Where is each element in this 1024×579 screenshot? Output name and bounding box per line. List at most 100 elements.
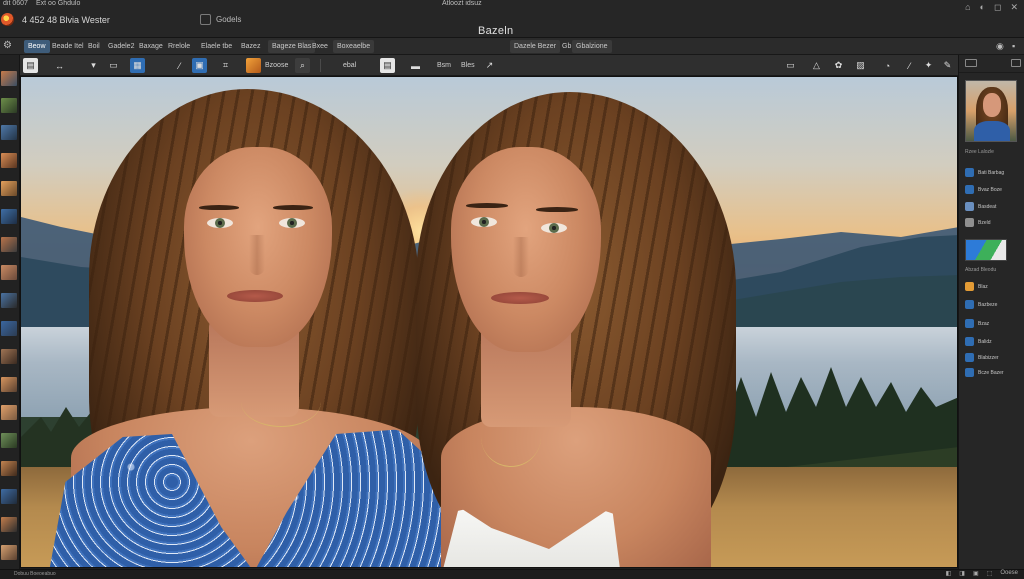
monitor-icon[interactable]: ▭ (783, 58, 798, 73)
view-frame-icon[interactable]: ⬚ (987, 570, 993, 577)
brow (273, 205, 313, 210)
option-bzoose[interactable]: Bzoose (265, 59, 288, 72)
preview-caption: Rzee Lalozle (965, 149, 994, 155)
select-icon[interactable]: ▭ (106, 58, 121, 73)
title-edit-label[interactable]: Godels (216, 15, 241, 24)
panel-toggle-icon[interactable]: ◉ (996, 41, 1004, 52)
thumbnail[interactable] (1, 321, 17, 336)
thumbnail[interactable] (1, 181, 17, 196)
thumbnail[interactable] (1, 293, 17, 308)
move-icon[interactable]: ↔ (52, 58, 67, 73)
tool-item[interactable]: Balidz (965, 336, 992, 347)
tool-item[interactable]: Bzaz (965, 318, 989, 329)
layer-item[interactable]: Bati Barbag (965, 167, 1004, 178)
tool-icon (965, 353, 974, 362)
tool-item[interactable]: Bcze Bazer (965, 367, 1004, 378)
frame-icon[interactable]: ▣ (192, 58, 207, 73)
thumbnail[interactable] (1, 71, 17, 86)
sparkle-icon[interactable]: ✦ (921, 58, 936, 73)
nose (513, 237, 529, 277)
gauge-icon[interactable]: ◔ (880, 58, 895, 73)
thumbnail[interactable] (1, 209, 17, 224)
layer-item[interactable]: Bzeld (965, 217, 991, 228)
brush-icon[interactable]: ⁄ (172, 58, 187, 73)
layer-item[interactable]: Basdeat (965, 201, 996, 212)
menu-item-3[interactable]: Gadele2 (104, 40, 138, 53)
section-caption: Abzad Bleodu (965, 267, 997, 273)
menu-item-4[interactable]: Baxage (135, 40, 167, 53)
lips (491, 292, 549, 304)
thumbnail[interactable] (1, 461, 17, 476)
maximize-icon[interactable]: ◻ (994, 2, 1001, 13)
thumbnail[interactable] (1, 377, 17, 392)
menu-item-10[interactable]: Boxeaelbe (333, 40, 375, 53)
tool-icon (965, 300, 974, 309)
pin-icon[interactable]: ▾ (86, 58, 101, 73)
thumbnail[interactable] (1, 265, 17, 280)
search-icon[interactable]: ⌕ (295, 58, 310, 73)
view-compare-icon[interactable]: ◨ (959, 570, 965, 577)
panel-tab-icon[interactable] (965, 59, 977, 67)
document-icon[interactable]: ▤ (380, 58, 395, 73)
thumbnail[interactable] (1, 349, 17, 364)
home-icon[interactable]: ⌂ (965, 2, 970, 13)
image-icon[interactable]: ▦ (130, 58, 145, 73)
thumbnail[interactable] (1, 517, 17, 532)
tool-item[interactable]: Blaz (965, 281, 988, 292)
thumbnail[interactable] (1, 489, 17, 504)
menu-item-5[interactable]: Rrelole (164, 40, 194, 53)
triangle-icon[interactable]: △ (809, 58, 824, 73)
necklace (241, 377, 321, 427)
panel-header (959, 55, 1024, 73)
title-menu-file[interactable]: dit 0607 (3, 0, 28, 7)
navigator-preview[interactable] (965, 80, 1017, 142)
filmstrip-panel (0, 55, 20, 569)
thumbnail[interactable] (1, 237, 17, 252)
view-grid-icon[interactable]: ▣ (973, 570, 979, 577)
layer-icon (965, 202, 974, 211)
color-swatch-icon[interactable] (246, 58, 261, 73)
edit-icon[interactable]: ✎ (940, 58, 955, 73)
menu-item-1[interactable]: Beade Itel (48, 40, 88, 53)
menu-item-9[interactable]: Bxee (308, 40, 332, 53)
panel-close-icon[interactable]: ▪ (1012, 41, 1015, 51)
crop-icon[interactable]: ⌗ (218, 58, 233, 73)
status-label[interactable]: Ooese (1000, 570, 1018, 577)
thumbnail[interactable] (1, 405, 17, 420)
panel-menu-icon[interactable] (1011, 59, 1021, 67)
option-ebal[interactable]: ebal (343, 59, 356, 72)
palette-icon[interactable]: ✿ (831, 58, 846, 73)
workspace-item-0[interactable]: Dazele Bezer (510, 40, 561, 53)
rectangle-icon[interactable]: ▬ (408, 58, 423, 73)
menu-item-7[interactable]: Bazez (237, 40, 264, 53)
thumbnail[interactable] (1, 98, 17, 113)
menu-item-6[interactable]: Elaele tbe (197, 40, 236, 53)
window-chip-icon[interactable] (200, 14, 211, 25)
thumbnail[interactable] (1, 433, 17, 448)
option-bles[interactable]: Bles (461, 59, 475, 72)
app-logo-icon[interactable] (1, 13, 14, 26)
layers-icon[interactable]: ▤ (23, 58, 38, 73)
thumbnail[interactable] (1, 153, 17, 168)
status-text: Dobuu Boeoeabuo (14, 571, 56, 577)
layer-item[interactable]: Bvaz Boze (965, 184, 1002, 195)
view-split-icon[interactable]: ◧ (946, 570, 952, 577)
layer-icon (965, 185, 974, 194)
pen-icon[interactable]: ↗ (482, 58, 497, 73)
image-adjust-icon[interactable]: ▨ (853, 58, 868, 73)
tool-item[interactable]: Bazbeze (965, 299, 997, 310)
color-swatch[interactable] (965, 239, 1007, 261)
close-icon[interactable]: ✕ (1010, 2, 1018, 13)
thumbnail[interactable] (1, 545, 17, 560)
menu-item-0[interactable]: Beow (24, 40, 50, 53)
title-menu-edit[interactable]: Ext oo Ghdulo (36, 0, 80, 7)
option-bsm[interactable]: Bsm (437, 59, 451, 72)
image-canvas[interactable] (20, 76, 958, 568)
workspace-item-2[interactable]: Gbalzione (572, 40, 612, 53)
tool-item[interactable]: Blabizzer (965, 352, 999, 363)
menu-item-2[interactable]: Boil (84, 40, 104, 53)
theme-icon[interactable]: ◐ (980, 2, 985, 13)
thumbnail[interactable] (1, 125, 17, 140)
gear-icon[interactable]: ⚙ (3, 41, 13, 51)
pencil-icon[interactable]: ⁄ (902, 58, 917, 73)
